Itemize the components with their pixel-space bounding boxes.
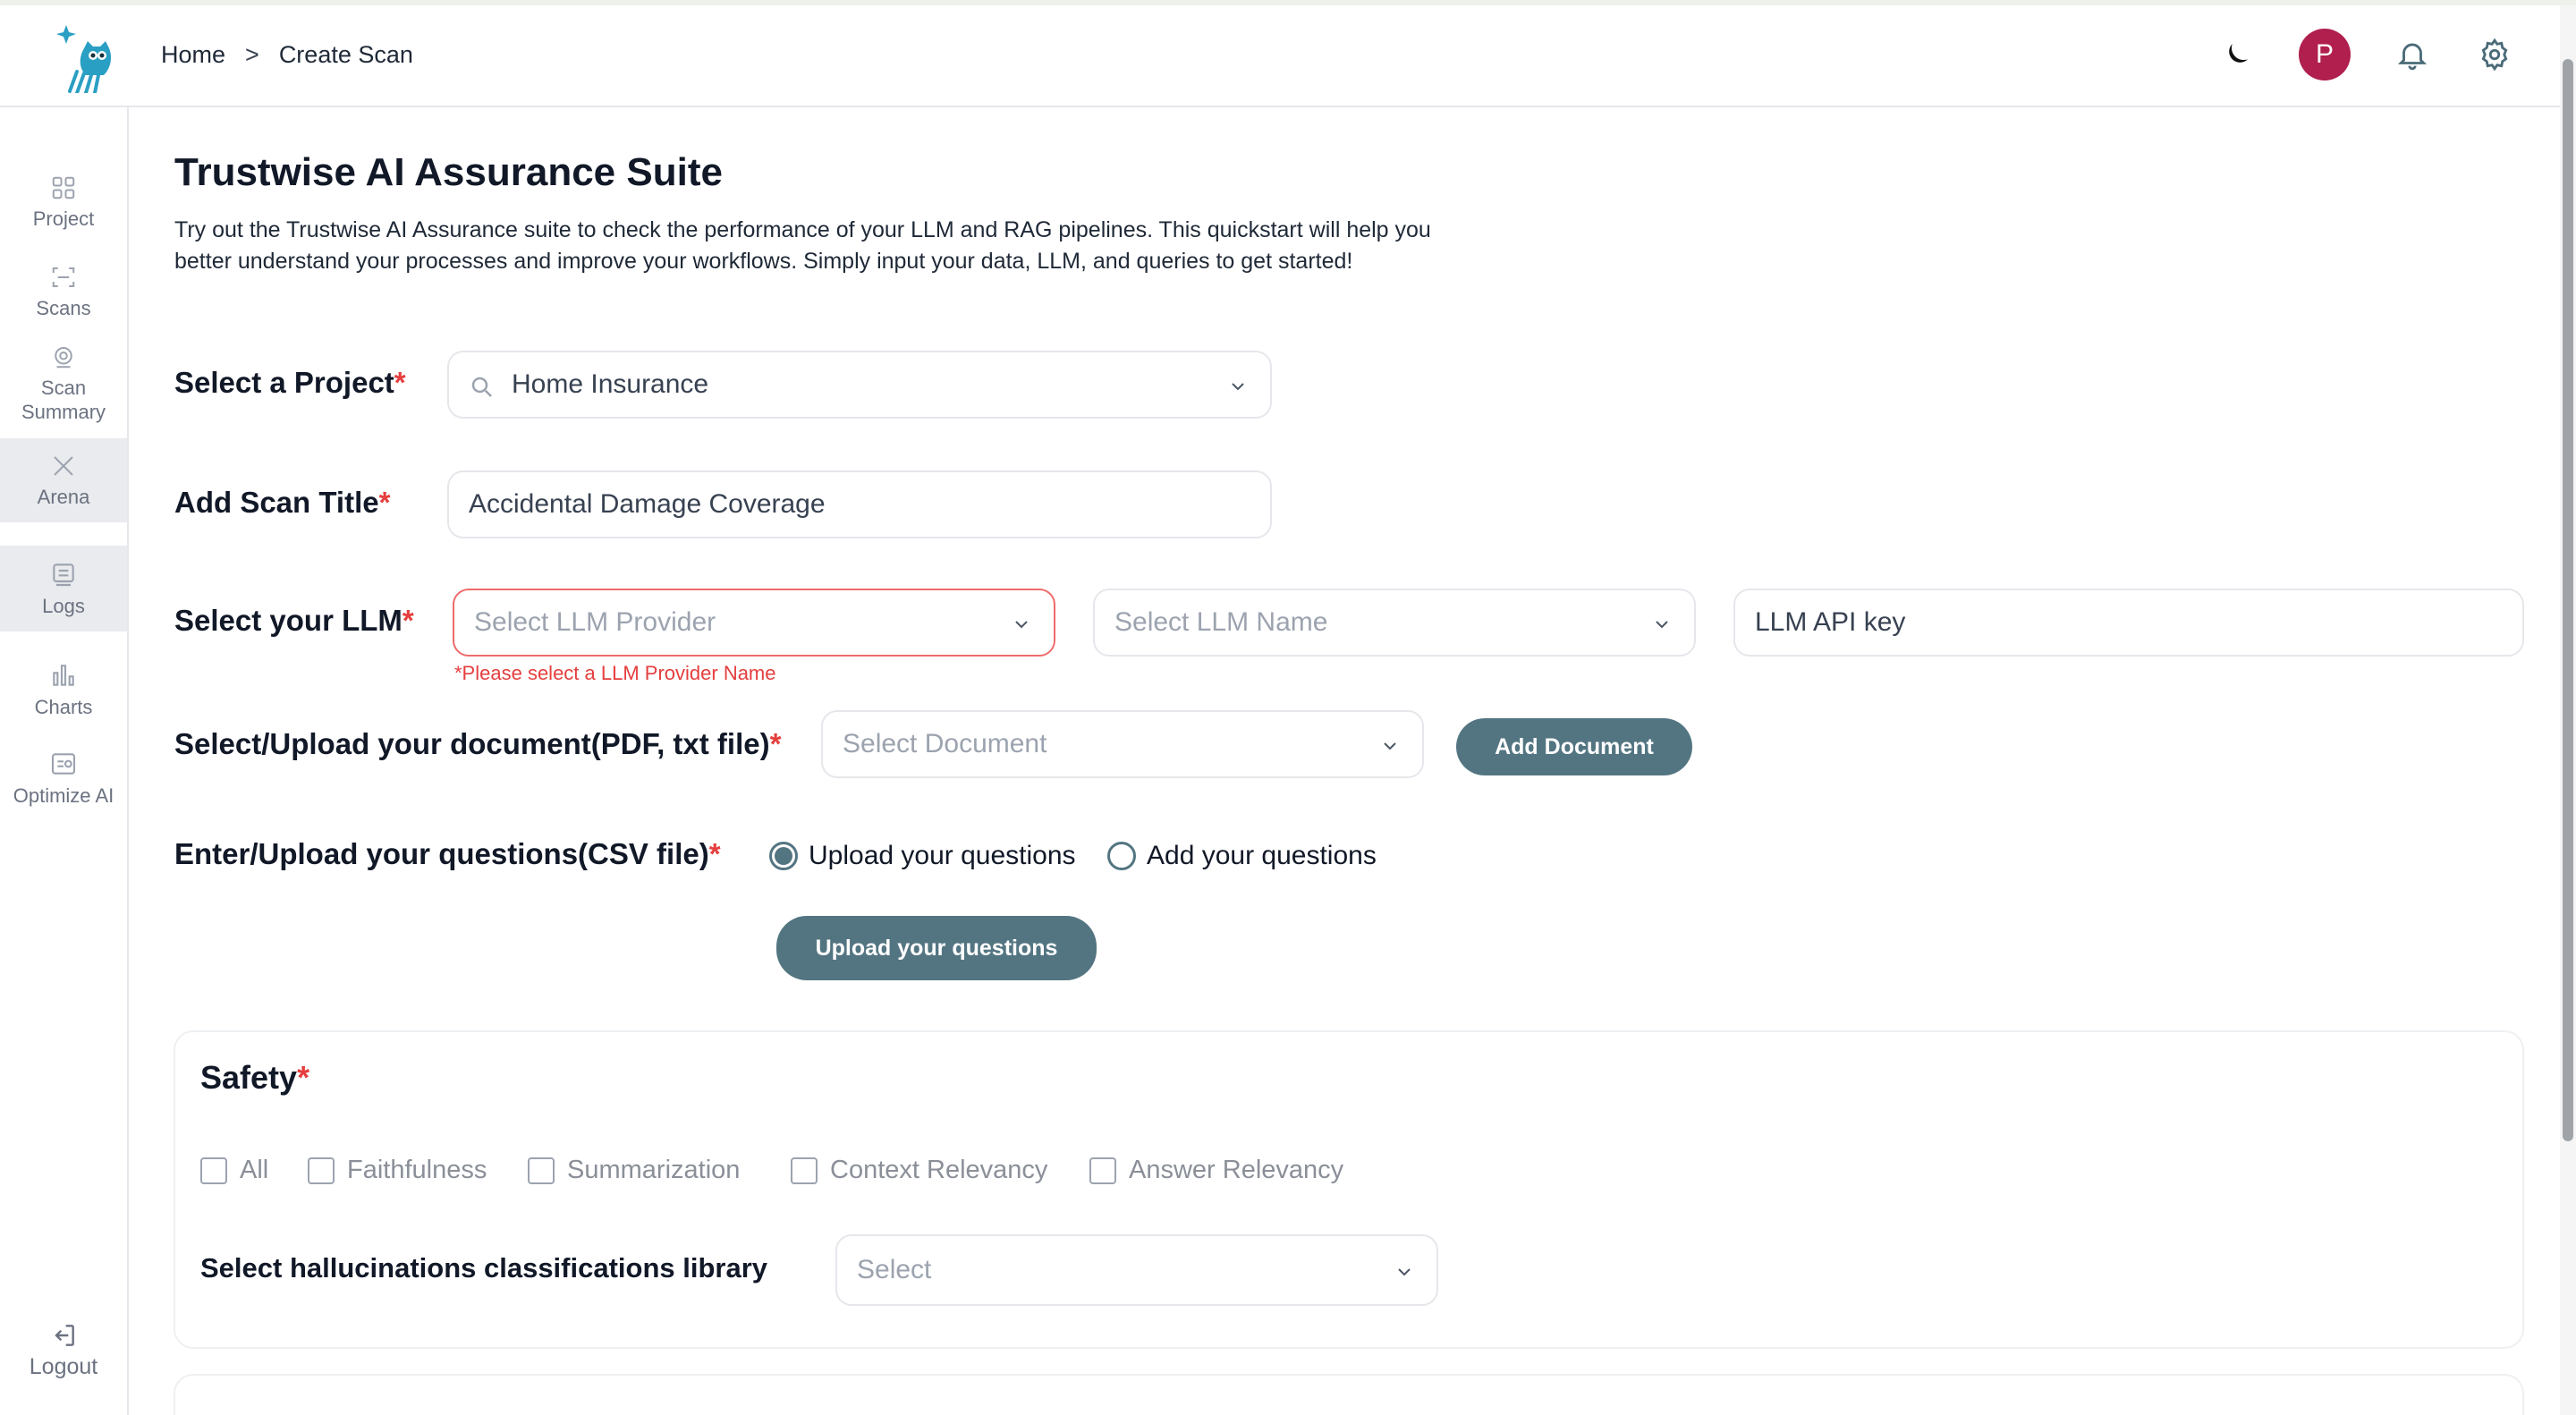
next-section-card [174,1374,2524,1415]
checkbox-faithfulness[interactable]: Faithfulness [308,1156,487,1185]
checkbox-answer-relevancy[interactable]: Answer Relevancy [1089,1156,1343,1185]
sidebar: Project Scans Scan Summary Arena Logs Ch… [0,107,129,1415]
add-questions-radio[interactable]: Add your questions [1107,841,1377,871]
llm-api-key-placeholder: LLM API key [1755,607,1906,637]
library-select[interactable]: Select [835,1234,1438,1306]
scan-icon [52,267,75,287]
bar-chart-icon [53,664,74,686]
project-select[interactable]: Home Insurance [447,351,1272,419]
llm-provider-error: *Please select a LLM Provider Name [454,662,776,684]
sidebar-item-optimize-ai[interactable]: Optimize AI [0,735,127,821]
chevron-down-icon [1015,621,1028,629]
scan-title-input[interactable]: Accidental Damage Coverage [447,470,1272,538]
logs-icon [53,563,74,586]
sidebar-item-label: Charts [34,695,93,718]
checkbox-icon [308,1157,335,1184]
scan-title-value: Accidental Damage Coverage [469,489,826,519]
sidebar-item-charts[interactable]: Charts [0,648,127,732]
sidebar-item-arena[interactable]: Arena [0,438,127,522]
llm-name-placeholder: Select LLM Name [1114,607,1328,637]
chevron-down-icon [1232,383,1244,391]
logout-icon [55,1324,74,1346]
bell-icon[interactable] [2392,34,2433,75]
llm-api-key-input[interactable]: LLM API key [1733,589,2524,657]
document-select[interactable]: Select Document [821,710,1424,778]
chevron-down-icon [1384,742,1396,750]
sidebar-item-scans[interactable]: Scans [0,250,127,333]
add-document-button[interactable]: Add Document [1456,718,1692,775]
chevron-down-icon [1656,621,1668,629]
checkbox-label: Summarization [567,1156,741,1184]
document-placeholder: Select Document [843,729,1047,758]
breadcrumb: Home > Create Scan [161,41,413,69]
search-icon [471,377,492,397]
avatar[interactable]: P [2299,29,2351,80]
checkbox-label: Answer Relevancy [1129,1156,1344,1184]
checkbox-all[interactable]: All [200,1156,268,1185]
project-label: Select a Project* [174,366,406,399]
checkbox-label: Faithfulness [347,1156,487,1184]
checkbox-context-relevancy[interactable]: Context Relevancy [791,1156,1047,1185]
summary-icon [55,347,72,369]
checkbox-icon [528,1157,555,1184]
grid-icon [52,176,75,199]
breadcrumb-separator: > [245,41,259,68]
sidebar-item-label: Scans [36,296,91,319]
page-title: Trustwise AI Assurance Suite [174,150,723,194]
checkbox-summarization[interactable]: Summarization [528,1156,740,1185]
swords-icon [54,455,73,476]
breadcrumb-home[interactable]: Home [161,41,225,69]
llm-label: Select your LLM* [174,604,414,637]
llm-name-select[interactable]: Select LLM Name [1093,589,1696,657]
vertical-scrollbar[interactable] [2560,5,2576,1415]
sidebar-item-logs[interactable]: Logs [0,546,127,631]
chevron-down-icon [1398,1268,1411,1276]
checkbox-icon [791,1157,818,1184]
safety-card: Safety* All Faithfulness Summarization C… [174,1030,2524,1349]
upload-questions-radio[interactable]: Upload your questions [769,841,1076,871]
radio-unselected-icon [1107,842,1136,870]
upload-questions-button[interactable]: Upload your questions [776,916,1097,980]
sidebar-item-scan-summary[interactable]: Scan Summary [0,331,127,436]
safety-title: Safety* [200,1059,310,1096]
add-questions-radio-label: Add your questions [1147,841,1377,870]
sidebar-item-label: Optimize AI [13,784,114,807]
checkbox-icon [1089,1157,1116,1184]
scrollbar-thumb[interactable] [2563,59,2573,1141]
library-placeholder: Select [857,1255,932,1284]
document-label: Select/Upload your document(PDF, txt fil… [174,727,782,760]
owl-logo-icon[interactable] [54,21,116,95]
radio-selected-icon [769,842,798,870]
llm-provider-placeholder: Select LLM Provider [474,607,716,637]
scan-title-label: Add Scan Title* [174,486,391,519]
llm-provider-select[interactable]: Select LLM Provider [453,589,1055,657]
logout-button[interactable]: Logout [0,1309,127,1390]
main-content: Trustwise AI Assurance Suite Try out the… [129,109,2560,1415]
upload-questions-radio-label: Upload your questions [809,841,1076,870]
checkbox-label: All [240,1156,269,1184]
sidebar-item-label: Scan Summary [21,377,106,423]
checkbox-icon [200,1157,227,1184]
checkbox-label: Context Relevancy [830,1156,1048,1184]
sidebar-item-label: Logs [42,594,85,617]
sidebar-item-project[interactable]: Project [0,163,127,241]
breadcrumb-current: Create Scan [278,41,413,68]
sidebar-item-label: Arena [37,485,90,508]
logout-label: Logout [29,1353,98,1379]
header-actions: P [2216,29,2515,80]
moon-icon[interactable] [2216,34,2258,75]
top-header: Home > Create Scan P [0,5,2560,107]
questions-label: Enter/Upload your questions(CSV file)* [174,837,721,870]
sidebar-item-label: Project [32,207,95,230]
library-label: Select hallucinations classifications li… [200,1252,768,1284]
page-description: Try out the Trustwise AI Assurance suite… [174,217,1431,274]
gear-icon[interactable] [2474,34,2515,75]
optimize-icon [51,752,76,775]
project-select-value: Home Insurance [512,369,709,399]
